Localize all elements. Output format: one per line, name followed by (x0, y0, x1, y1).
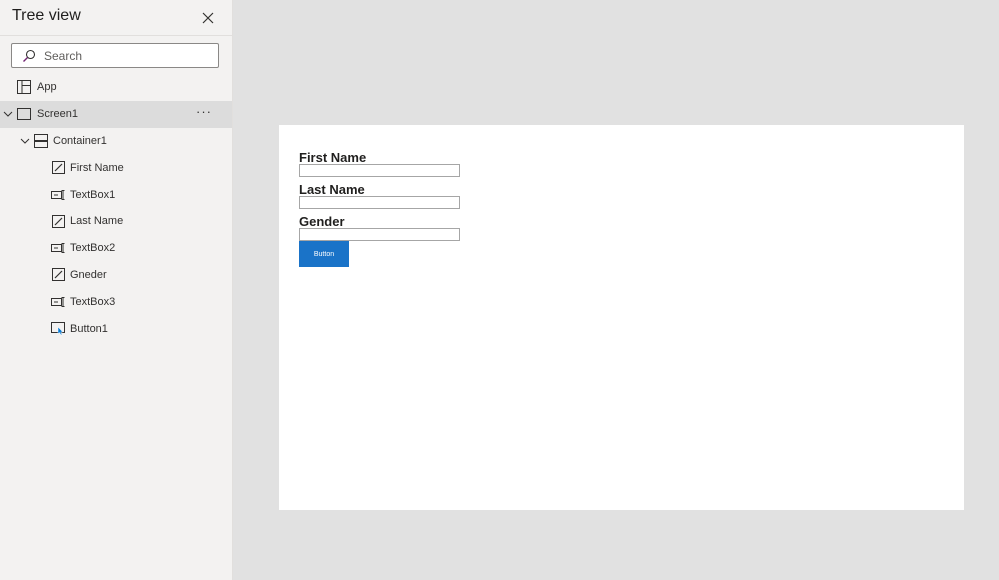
tree-item-label: App (37, 81, 57, 94)
first-name-input[interactable] (299, 164, 460, 177)
search-icon (22, 48, 38, 64)
tree-item-textbox3[interactable]: TextBox3 (0, 288, 232, 315)
tree-item-label: Container1 (53, 134, 107, 147)
screen-canvas: First Name Last Name Gender Button (279, 125, 964, 510)
tree-item-label: Button1 (70, 322, 108, 335)
tree-item-label: TextBox2 (70, 242, 116, 255)
tree-item-last-name[interactable]: Last Name (0, 208, 232, 235)
tree-item-label: First Name (70, 161, 124, 174)
textbox-icon (51, 241, 65, 255)
tree-item-label: TextBox3 (70, 295, 116, 308)
submit-button[interactable]: Button (299, 241, 349, 267)
label-edit-icon (51, 161, 65, 175)
chevron-down-icon[interactable] (20, 136, 30, 146)
button-icon (51, 321, 65, 336)
tree-item-label: Last Name (70, 215, 124, 228)
app-icon (17, 80, 31, 95)
container-icon (34, 133, 48, 148)
search-box[interactable] (11, 43, 219, 68)
panel-title: Tree view (12, 7, 81, 24)
gender-label: Gender (299, 214, 345, 229)
tree-view-panel: Tree view App Screen1 ··· (0, 0, 233, 580)
close-icon (202, 12, 214, 24)
tree-item-app[interactable]: App (0, 74, 232, 101)
tree-item-textbox2[interactable]: TextBox2 (0, 235, 232, 262)
more-options-button[interactable]: ··· (196, 105, 212, 118)
tree: App Screen1 ··· Container1 First Name Te… (0, 74, 232, 342)
tree-item-label: TextBox1 (70, 188, 116, 201)
textbox-icon (51, 188, 65, 202)
screen-icon (17, 107, 31, 121)
gender-input[interactable] (299, 228, 460, 241)
tree-item-gneder[interactable]: Gneder (0, 262, 232, 289)
textbox-icon (51, 295, 65, 309)
last-name-label: Last Name (299, 182, 365, 197)
label-edit-icon (51, 268, 65, 282)
search-input[interactable] (44, 48, 204, 63)
last-name-input[interactable] (299, 196, 460, 209)
label-edit-icon (51, 214, 65, 228)
panel-header: Tree view (0, 0, 232, 36)
tree-item-label: Screen1 (37, 108, 78, 121)
tree-item-textbox1[interactable]: TextBox1 (0, 181, 232, 208)
first-name-label: First Name (299, 150, 367, 165)
tree-item-first-name[interactable]: First Name (0, 154, 232, 181)
tree-item-screen1[interactable]: Screen1 ··· (0, 100, 232, 128)
close-button[interactable] (196, 6, 220, 30)
tree-item-label: Gneder (70, 268, 107, 281)
chevron-down-icon[interactable] (3, 109, 13, 119)
tree-item-container1[interactable]: Container1 (0, 128, 232, 155)
tree-item-button1[interactable]: Button1 (0, 315, 232, 342)
